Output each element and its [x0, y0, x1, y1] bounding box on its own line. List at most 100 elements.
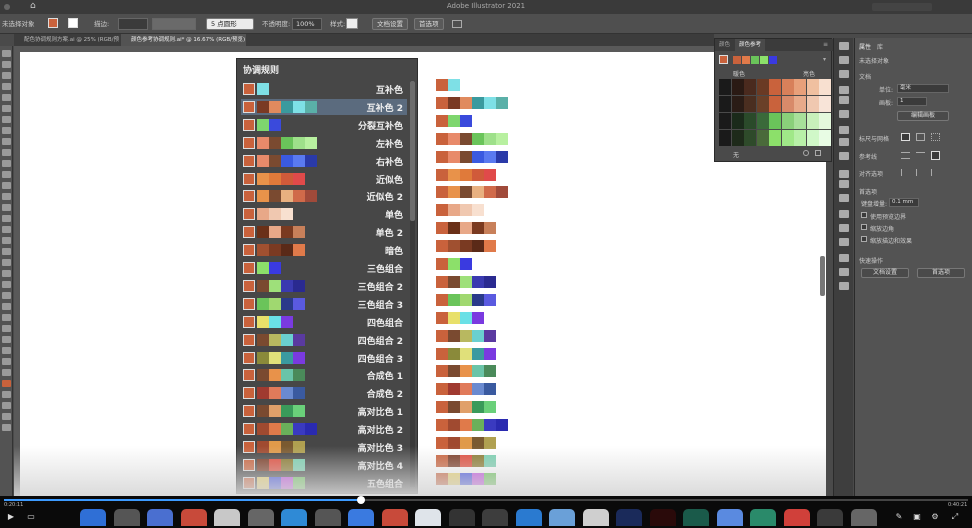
search-icon[interactable]	[872, 3, 932, 11]
harmony-row[interactable]: 互补色	[241, 81, 407, 97]
artboard-swatch[interactable]	[460, 401, 472, 414]
artboard-swatch[interactable]	[448, 258, 460, 270]
cg-variation-cell[interactable]	[731, 130, 744, 146]
artboard-swatch[interactable]	[448, 401, 460, 414]
preferences-button[interactable]: 首选项	[414, 18, 444, 30]
mesh-tool-icon[interactable]	[2, 259, 11, 266]
cg-variation-cell[interactable]	[731, 79, 744, 95]
artboard-swatch[interactable]	[448, 168, 460, 181]
scale-corners-checkbox[interactable]	[861, 224, 867, 230]
cg-variation-cell[interactable]	[769, 79, 781, 95]
doc-tab-2[interactable]: 颜色参考协调规则.ai* @ 16.67% (RGB/预览)	[121, 34, 246, 46]
photoshop-dock-icon[interactable]	[616, 509, 642, 526]
harmony-row[interactable]: 高对比色 1	[241, 403, 407, 419]
artboard-swatch[interactable]	[436, 150, 448, 163]
edit-artboard-button[interactable]: 编辑画板	[897, 111, 949, 121]
harmony-row[interactable]: 右补色	[241, 153, 407, 169]
pixel-grid-icon[interactable]	[931, 133, 940, 141]
cg-variation-cell[interactable]	[719, 79, 731, 95]
lasso-tool-icon[interactable]	[2, 83, 11, 90]
calendar-dock-icon[interactable]	[180, 509, 207, 526]
artboard-swatch[interactable]	[448, 311, 460, 324]
numbers-dock-icon[interactable]	[750, 509, 776, 526]
screen-mode-icon[interactable]	[2, 424, 11, 431]
artboard-swatch[interactable]	[472, 132, 484, 145]
mail-dock-icon[interactable]	[515, 509, 542, 526]
artboard-swatch[interactable]	[436, 293, 448, 306]
cg-variation-cell[interactable]	[819, 79, 831, 95]
artboard-swatch[interactable]	[448, 365, 460, 378]
finder-dock-icon[interactable]	[80, 509, 106, 526]
artboard-swatch[interactable]	[436, 96, 448, 109]
cg-variation-cell[interactable]	[756, 96, 769, 112]
cg-variation-cell[interactable]	[719, 113, 731, 129]
preferences-props-button[interactable]: 首选项	[917, 268, 965, 278]
cg-variation-cell[interactable]	[781, 96, 794, 112]
artboard-swatch[interactable]	[460, 114, 472, 127]
cg-variation-cell[interactable]	[794, 113, 806, 129]
artboard-swatch[interactable]	[472, 240, 484, 253]
artboard-swatch[interactable]	[436, 240, 448, 253]
doc-setup-props-button[interactable]: 文档设置	[861, 268, 909, 278]
artboard-swatch[interactable]	[484, 401, 496, 414]
artboard-swatch[interactable]	[484, 275, 496, 288]
layers-panel-icon[interactable]	[839, 56, 849, 64]
eyedropper-tool-icon[interactable]	[2, 281, 11, 288]
color-panel-icon[interactable]	[839, 86, 849, 94]
perspective-tool-icon[interactable]	[2, 248, 11, 255]
scrollbar-thumb[interactable]	[410, 81, 415, 221]
snap-point-icon[interactable]	[901, 169, 910, 176]
scale-tool-icon[interactable]	[2, 204, 11, 211]
harmony-row[interactable]: 近似色	[241, 171, 407, 187]
keyboard-increment-input[interactable]: 0.1 mm	[889, 198, 919, 207]
color-mode-icon[interactable]	[2, 402, 11, 409]
artboard-swatch[interactable]	[484, 419, 496, 432]
artboard-swatch[interactable]	[448, 79, 460, 91]
direct-selection-tool-icon[interactable]	[2, 61, 11, 68]
appearance-panel-icon[interactable]	[839, 210, 849, 218]
play-icon[interactable]: ▶	[6, 513, 16, 521]
fill-color-icon[interactable]	[2, 380, 11, 387]
harmony-row[interactable]: 左补色	[241, 135, 407, 151]
ruler-icon[interactable]	[901, 133, 910, 141]
swatches-panel-icon[interactable]	[839, 110, 849, 118]
artboard-swatch[interactable]	[436, 222, 448, 235]
harmony-row[interactable]: 单色	[241, 206, 407, 222]
harmony-row[interactable]: 高对比色 2	[241, 421, 407, 437]
export-panel-icon[interactable]	[839, 282, 849, 290]
cg-save-icon[interactable]	[815, 150, 821, 156]
maps-dock-icon[interactable]	[716, 509, 743, 526]
curvature-tool-icon[interactable]	[2, 105, 11, 112]
artboard-swatch[interactable]	[484, 347, 496, 360]
artboard-swatch[interactable]	[472, 293, 484, 306]
harmony-row[interactable]: 合成色 2	[241, 385, 407, 401]
blend-tool-icon[interactable]	[2, 292, 11, 299]
photos-dock-icon[interactable]	[247, 509, 274, 526]
cg-variation-cell[interactable]	[806, 79, 819, 95]
artboard-swatch[interactable]	[472, 96, 484, 109]
artboard-swatch[interactable]	[436, 329, 448, 342]
artboard-swatch[interactable]	[436, 114, 448, 127]
artboard-swatch[interactable]	[484, 293, 496, 306]
smart-guides-icon[interactable]	[931, 151, 940, 160]
fullscreen-icon[interactable]: ⤢	[950, 513, 960, 521]
artboard-swatch[interactable]	[436, 419, 448, 432]
artboard-swatch[interactable]	[472, 329, 484, 342]
artboard-swatch[interactable]	[484, 150, 496, 163]
arrange-icon[interactable]	[452, 20, 462, 28]
illustrator-dock-icon[interactable]	[649, 509, 676, 526]
cg-variation-cell[interactable]	[744, 113, 756, 129]
cg-variation-cell[interactable]	[756, 79, 769, 95]
vertical-scrollbar[interactable]	[820, 256, 825, 296]
settings-icon[interactable]: ⚙	[930, 513, 940, 521]
artboard-swatch[interactable]	[448, 186, 460, 199]
edit-icon[interactable]: ✎	[894, 513, 904, 521]
style-swatch[interactable]	[346, 18, 358, 29]
acrobat-dock-icon[interactable]	[683, 509, 709, 526]
cg-variation-cell[interactable]	[781, 113, 794, 129]
brush-select[interactable]: 5 点圆形	[206, 18, 254, 30]
cg-harmony-swatch[interactable]	[769, 56, 777, 64]
harmony-row[interactable]: 四色组合	[241, 314, 407, 330]
cg-variation-cell[interactable]	[806, 113, 819, 129]
draw-mode-icon[interactable]	[2, 413, 11, 420]
